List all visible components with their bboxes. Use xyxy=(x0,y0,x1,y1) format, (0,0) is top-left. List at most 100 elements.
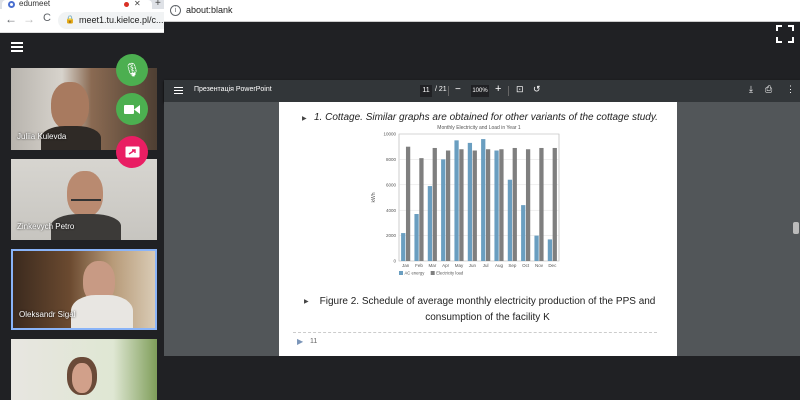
slide-number: 11 xyxy=(310,338,318,345)
electricity-chart: Monthly Electricity and Load in Year 1 0 2… xyxy=(366,122,572,287)
zoom-level-input[interactable]: 100% xyxy=(471,85,489,97)
slide-caption-bottom: Figure 2. Schedule of average monthly el… xyxy=(319,296,656,323)
rotate-icon[interactable]: ↺ xyxy=(533,84,541,95)
tab-strip: edumeet ✕ + xyxy=(0,0,164,9)
y-tick-label: 4000 xyxy=(386,208,397,213)
x-tick-label: Dec xyxy=(548,263,557,268)
bar-electricity-load xyxy=(432,147,437,261)
bar-ac-energy xyxy=(427,186,433,261)
bullet-arrow-icon: ▶ xyxy=(304,299,309,305)
y-axis-label: kWh xyxy=(371,192,377,202)
pdf-viewport: ▶ 1. Cottage. Similar graphs are obtaine… xyxy=(164,102,800,356)
bar-ac-energy xyxy=(494,150,499,261)
participant-tile[interactable] xyxy=(11,339,157,400)
bar-electricity-load xyxy=(525,149,531,261)
meet-browser-window: edumeet ✕ + ← → C 🔒 meet1.tu.kielce.pl/c… xyxy=(0,0,164,400)
microphone-icon: 🎙 xyxy=(123,62,141,77)
back-button[interactable]: ← xyxy=(4,12,18,26)
scrollbar-thumb[interactable] xyxy=(793,222,799,234)
bar-ac-energy xyxy=(401,233,406,261)
print-icon[interactable]: ⎙ xyxy=(765,84,772,95)
bar-electricity-load xyxy=(499,149,504,261)
url-field[interactable]: 🔒 meet1.tu.kielce.pl/c... xyxy=(58,12,164,29)
y-tick-label: 6000 xyxy=(386,182,397,187)
download-icon[interactable]: ⤓ xyxy=(749,84,753,95)
zoom-in-button[interactable]: + xyxy=(495,83,501,95)
slide-footer-arrow-icon: ▶ xyxy=(297,337,304,346)
recording-indicator-icon xyxy=(124,2,129,7)
bullet-arrow-icon: ▶ xyxy=(302,116,307,122)
address-bar[interactable]: i about:blank xyxy=(164,0,800,22)
bar-electricity-load xyxy=(552,147,557,261)
bar-electricity-load xyxy=(512,147,517,261)
more-options-icon[interactable]: ⋮ xyxy=(786,84,795,95)
bar-ac-energy xyxy=(534,235,539,261)
x-tick-label: Oct xyxy=(522,263,530,268)
x-tick-label: Nov xyxy=(535,263,544,268)
x-tick-label: Aug xyxy=(495,263,504,268)
toolbar-divider xyxy=(508,86,509,96)
close-tab-icon[interactable]: ✕ xyxy=(134,0,141,8)
pdf-browser-window: i about:blank Презентація PowerPoint 11 … xyxy=(164,0,800,400)
bar-ac-energy xyxy=(547,239,553,261)
bar-ac-energy xyxy=(507,179,513,261)
zoom-out-button[interactable]: − xyxy=(455,84,461,95)
bar-electricity-load xyxy=(539,147,544,261)
info-icon[interactable]: i xyxy=(170,5,181,16)
tab-title: edumeet xyxy=(19,0,51,8)
present-screen-button[interactable] xyxy=(116,136,148,168)
participant-tile-active-speaker[interactable]: Oleksandr Sigal xyxy=(11,249,157,330)
x-tick-label: Apr xyxy=(442,263,450,268)
fullscreen-icon xyxy=(776,25,794,43)
glasses-image xyxy=(71,199,101,205)
fullscreen-button[interactable] xyxy=(773,25,797,47)
participant-tile[interactable]: Zinkevych Petro xyxy=(11,159,157,240)
participant-face-image xyxy=(72,363,92,393)
page-number-input[interactable]: 11 xyxy=(420,85,432,97)
x-tick-label: Feb xyxy=(415,263,423,268)
y-tick-label: 8000 xyxy=(386,157,397,162)
toolbar-divider xyxy=(448,86,449,96)
fit-to-page-icon[interactable]: ⊡ xyxy=(516,84,524,95)
camera-button[interactable] xyxy=(116,93,148,125)
pdf-menu-icon[interactable] xyxy=(174,87,183,96)
legend-label: Electricity load xyxy=(436,271,464,276)
legend-label: AC energy xyxy=(405,271,426,276)
participant-body-image xyxy=(71,295,133,328)
participant-name: Oleksandr Sigal xyxy=(19,310,76,319)
browser-tab[interactable]: edumeet ✕ xyxy=(2,0,152,9)
slide-page: ▶ 1. Cottage. Similar graphs are obtaine… xyxy=(279,102,677,356)
slide-footer-divider xyxy=(293,332,657,333)
x-tick-label: Mar xyxy=(428,263,436,268)
bar-ac-energy xyxy=(441,159,446,261)
present-screen-icon xyxy=(125,146,139,158)
bar-electricity-load xyxy=(445,150,451,261)
reload-button[interactable]: C xyxy=(40,12,54,24)
participant-face-image xyxy=(51,82,89,130)
address-bar-row: ← → C 🔒 meet1.tu.kielce.pl/c... xyxy=(0,9,164,33)
new-tab-button[interactable]: + xyxy=(155,0,161,9)
microphone-button[interactable]: 🎙 xyxy=(116,54,148,86)
bar-ac-energy xyxy=(467,142,473,261)
participant-face-image xyxy=(67,171,103,217)
video-camera-icon xyxy=(124,104,140,114)
bar-electricity-load xyxy=(419,158,424,261)
y-tick-label: 2000 xyxy=(386,233,397,238)
y-tick-label: 10000 xyxy=(383,132,396,137)
pdf-toolbar: Презентація PowerPoint 11 / 21 − 100% + … xyxy=(164,80,800,102)
participant-name: Juliia Kulevda xyxy=(17,132,67,141)
participant-name: Zinkevych Petro xyxy=(17,222,75,231)
forward-button[interactable]: → xyxy=(22,12,36,26)
url-text: about:blank xyxy=(186,5,233,15)
hamburger-menu-icon[interactable] xyxy=(11,42,23,54)
legend-swatch xyxy=(399,271,403,275)
y-tick-label: 0 xyxy=(393,259,396,264)
x-tick-label: May xyxy=(455,263,464,268)
x-tick-label: Jun xyxy=(469,263,477,268)
bar-electricity-load xyxy=(472,150,477,261)
document-title: Презентація PowerPoint xyxy=(194,86,272,93)
x-tick-label: Sep xyxy=(508,263,517,268)
x-tick-label: Jul xyxy=(483,263,489,268)
url-text: meet1.tu.kielce.pl/c... xyxy=(79,15,164,25)
chart-svg: Monthly Electricity and Load in Year 1 0 2… xyxy=(371,125,560,276)
